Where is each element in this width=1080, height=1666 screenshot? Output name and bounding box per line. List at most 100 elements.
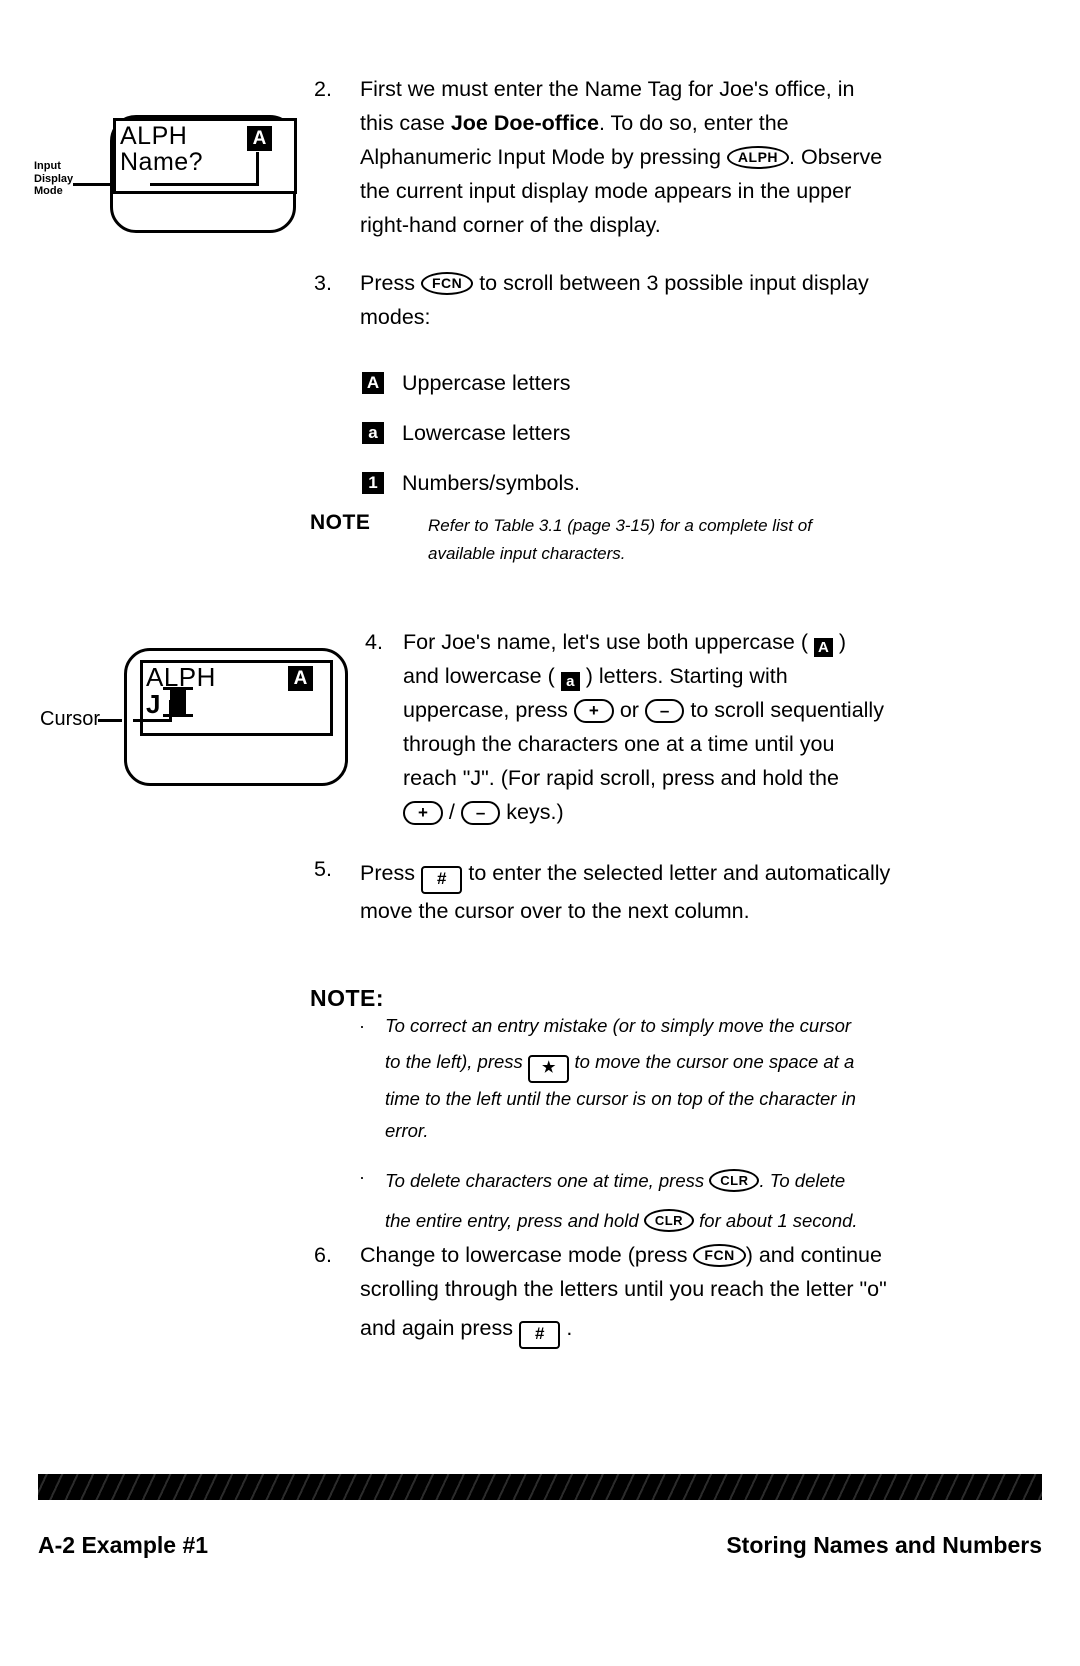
step-4-line-5: reach "J". (For rapid scroll, press and … (403, 766, 839, 790)
input-mode-row: a Lowercase letters (362, 413, 580, 453)
figure-display-2-leader-horizontal (133, 719, 172, 722)
fcn-key[interactable]: FCN (420, 272, 474, 295)
pound-key[interactable]: # (420, 866, 463, 894)
figure-display-1-mode-indicator: A (247, 126, 272, 151)
note-2-b1-line-2: to the left), press ★ to move the cursor… (385, 1042, 995, 1083)
figure-display-1-label: Input Display Mode (34, 160, 94, 198)
step-3-text: Press FCN to scroll between 3 possible i… (360, 266, 980, 334)
figure-display-2-leader-callout (98, 719, 122, 722)
step-4-line-1: For Joe's name, let's use both uppercase… (403, 625, 1043, 659)
figure-display-2-cursor (170, 690, 186, 716)
note-2-b2-line-2-b: for about 1 second. (694, 1210, 858, 1231)
note-1-text: Refer to Table 3.1 (page 3-15) for a com… (428, 512, 988, 568)
step-4-line-6: + / – keys.) (403, 795, 1043, 829)
step-2-line-3-c: . Observe (789, 145, 883, 169)
step-4-line-6-b: / (442, 800, 461, 824)
step-6-text: Change to lowercase mode (press FCN) and… (360, 1238, 1060, 1350)
minus-key[interactable]: – (460, 801, 501, 825)
step-4-line-2-a: and lowercase ( (403, 664, 561, 688)
plus-key[interactable]: + (403, 801, 443, 825)
uppercase-mode-icon: A (362, 372, 384, 394)
note-2-b2-line-1: To delete characters one at time, press … (385, 1161, 995, 1201)
footer-rule (38, 1474, 1042, 1500)
step-6-line-3-a: and again press (360, 1316, 519, 1340)
figure-display-1-leader-vertical (256, 152, 259, 186)
bullet-dot: · (359, 1016, 365, 1036)
note-2-b1-line-4: error. (385, 1120, 429, 1141)
note-2-label: NOTE: (310, 985, 385, 1011)
step-4-line-2-b: ) letters. Starting with (579, 664, 788, 688)
step-4-line-6-d: keys.) (500, 800, 564, 824)
alph-key[interactable]: ALPH (726, 146, 790, 169)
figure-display-1-line1: ALPH (120, 122, 188, 150)
lowercase-mode-icon: a (362, 422, 384, 444)
note-1-line-1: Refer to Table 3.1 (page 3-15) for a com… (428, 516, 812, 535)
step-2-line-5: right-hand corner of the display. (360, 213, 661, 237)
note-2-b1-line-1: To correct an entry mistake (or to simpl… (385, 1015, 852, 1036)
note-2-b1-line-2-a: to the left), press (385, 1051, 528, 1072)
step-3-line-1-b: to scroll between 3 possible input displ… (473, 271, 869, 295)
numeric-mode-icon: 1 (362, 472, 384, 494)
note-1-line-2: available input characters. (428, 544, 626, 563)
note-2-bullet-1: · To correct an entry mistake (or to sim… (355, 1010, 995, 1147)
clr-key[interactable]: CLR (643, 1209, 695, 1232)
step-2-line-1: First we must enter the Name Tag for Joe… (360, 77, 855, 101)
lowercase-mode-icon-inline: a (560, 672, 580, 691)
step-4-line-3-c: to scroll sequentially (684, 698, 884, 722)
figure-display-2-line2: J (146, 689, 161, 719)
pound-key[interactable]: # (518, 1321, 561, 1349)
step-2-line-3: Alphanumeric Input Mode by pressing ALPH… (360, 140, 960, 174)
step-3-line-1-a: Press (360, 271, 421, 295)
note-2-b2-line-1-b: . To delete (759, 1170, 846, 1191)
lowercase-mode-label: Lowercase letters (402, 421, 571, 445)
star-key[interactable]: ★ (527, 1055, 570, 1083)
minus-key[interactable]: – (644, 699, 685, 723)
figure-display-1-label-text: Input Display Mode (34, 160, 74, 198)
step-4-line-1-b: ) (832, 630, 847, 654)
step-5-number: 5. (314, 857, 332, 881)
footer-left: A-2 Example #1 (38, 1532, 209, 1558)
note-2-b1-line-2-b: to move the cursor one space at a (569, 1051, 855, 1072)
note-2-b2-line-2: the entire entry, press and hold CLR for… (385, 1201, 995, 1241)
step-4-line-1-a: For Joe's name, let's use both uppercase… (403, 630, 814, 654)
figure-display-1-leader-horizontal (150, 183, 259, 186)
step-5-text: Press # to enter the selected letter and… (360, 852, 1060, 928)
bullet-dot: · (359, 1167, 365, 1187)
step-5-line-1: Press # to enter the selected letter and… (360, 852, 1060, 894)
input-mode-row: 1 Numbers/symbols. (362, 463, 580, 503)
step-5-line-1-b: to enter the selected letter and automat… (462, 861, 891, 885)
step-4-number: 4. (365, 630, 383, 654)
step-6-number: 6. (314, 1243, 332, 1267)
step-2-text: First we must enter the Name Tag for Joe… (360, 72, 960, 242)
numeric-mode-label: Numbers/symbols. (402, 471, 581, 495)
note-2-b2-line-1-a: To delete characters one at time, press (385, 1170, 710, 1191)
uppercase-mode-label: Uppercase letters (402, 371, 571, 395)
step-6-line-3: and again press # . (360, 1306, 1060, 1350)
step-4-line-4: through the characters one at a time unt… (403, 732, 835, 756)
input-mode-legend: A Uppercase letters a Lowercase letters … (362, 363, 580, 513)
note-2-list: · To correct an entry mistake (or to sim… (355, 1010, 995, 1249)
note-2-b2-line-2-a: the entire entry, press and hold (385, 1210, 644, 1231)
step-6-line-1: Change to lowercase mode (press FCN) and… (360, 1238, 1060, 1272)
figure-display-2-cursor-tick-top (163, 687, 193, 690)
step-2-line-2: this case Joe Doe-office. To do so, ente… (360, 106, 960, 140)
step-2-line-4: the current input display mode appears i… (360, 179, 852, 203)
fcn-key[interactable]: FCN (693, 1244, 746, 1267)
note-2-bullet-2: · To delete characters one at time, pres… (355, 1161, 995, 1241)
step-4-line-3: uppercase, press + or – to scroll sequen… (403, 693, 1043, 727)
step-4-line-3-a: uppercase, press (403, 698, 574, 722)
step-4-line-3-b: or (613, 698, 645, 722)
clr-key[interactable]: CLR (709, 1169, 760, 1192)
uppercase-mode-icon-inline: A (813, 638, 833, 657)
step-4-text: For Joe's name, let's use both uppercase… (403, 625, 1043, 829)
figure-display-2-mode-indicator: A (288, 666, 313, 691)
step-2-line-2-a: this case (360, 111, 451, 135)
name-tag-value: Joe Doe-office (450, 111, 599, 135)
figure-display-2-label: Cursor (40, 708, 101, 730)
step-6-line-1-b: ) and continue (745, 1243, 882, 1267)
step-6-line-1-a: Change to lowercase mode (press (360, 1243, 694, 1267)
note-2-b1-line-3: time to the left until the cursor is on … (385, 1088, 856, 1109)
document-page: ALPH Name? A Input Display Mode 2. First… (0, 0, 1080, 1666)
note-1-label: NOTE (310, 511, 371, 534)
plus-key[interactable]: + (573, 699, 614, 723)
